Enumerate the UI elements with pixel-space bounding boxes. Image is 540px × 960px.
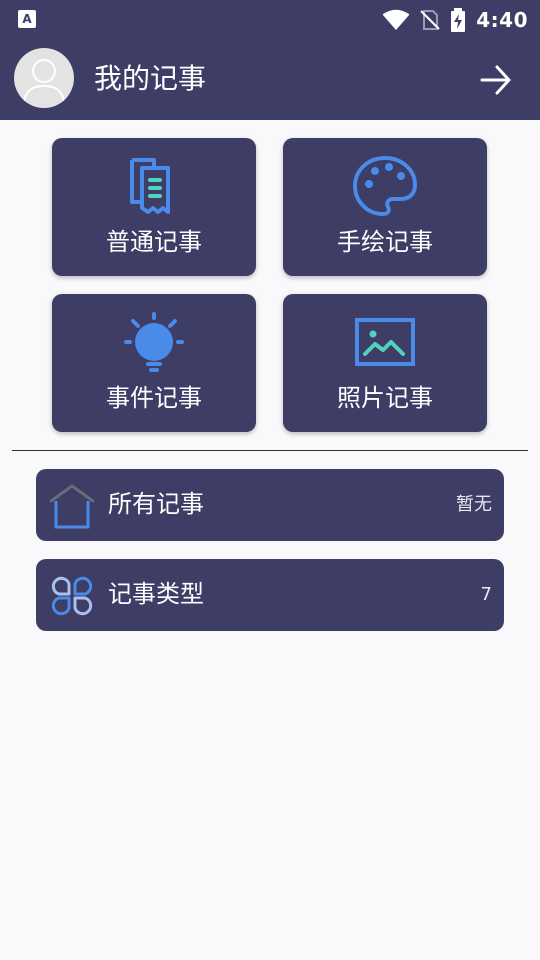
status-icons: 4:40: [382, 6, 528, 34]
divider: [12, 450, 528, 451]
receipt-notes-icon: [130, 158, 170, 214]
arrow-right-icon: [480, 65, 511, 95]
home-icon: [49, 484, 95, 529]
battery-charging-icon: [451, 8, 466, 32]
user-avatar-icon[interactable]: [14, 48, 74, 108]
wifi-icon: [382, 9, 410, 30]
tile-label: 普通记事: [106, 228, 202, 256]
tile-label: 事件记事: [106, 384, 202, 412]
tile-label: 手绘记事: [337, 228, 433, 256]
list-item-value: 暂无: [456, 494, 492, 515]
status-bar: A 4:40: [0, 0, 540, 40]
tile-photo-note[interactable]: 照片记事: [283, 294, 487, 432]
tile-event-note[interactable]: 事件记事: [52, 294, 256, 432]
list-item-label: 所有记事: [108, 490, 204, 518]
app-header: 我的记事: [0, 40, 540, 120]
no-sim-icon: [420, 10, 440, 30]
list-item-label: 记事类型: [108, 580, 204, 608]
tile-normal-note[interactable]: 普通记事: [52, 138, 256, 276]
palette-icon: [353, 155, 417, 217]
arrow-right-button[interactable]: [476, 60, 516, 100]
list-item-note-types[interactable]: 记事类型 7: [36, 559, 504, 631]
tile-label: 照片记事: [337, 384, 433, 412]
category-grid-icon: [51, 576, 93, 616]
notification-icon: A: [18, 10, 36, 28]
image-icon: [355, 318, 415, 366]
tile-drawing-note[interactable]: 手绘记事: [283, 138, 487, 276]
status-time: 4:40: [476, 8, 528, 32]
list-item-all-notes[interactable]: 所有记事 暂无: [36, 469, 504, 541]
list-item-value: 7: [480, 584, 492, 605]
page-title: 我的记事: [94, 62, 207, 95]
lightbulb-icon: [124, 312, 184, 372]
